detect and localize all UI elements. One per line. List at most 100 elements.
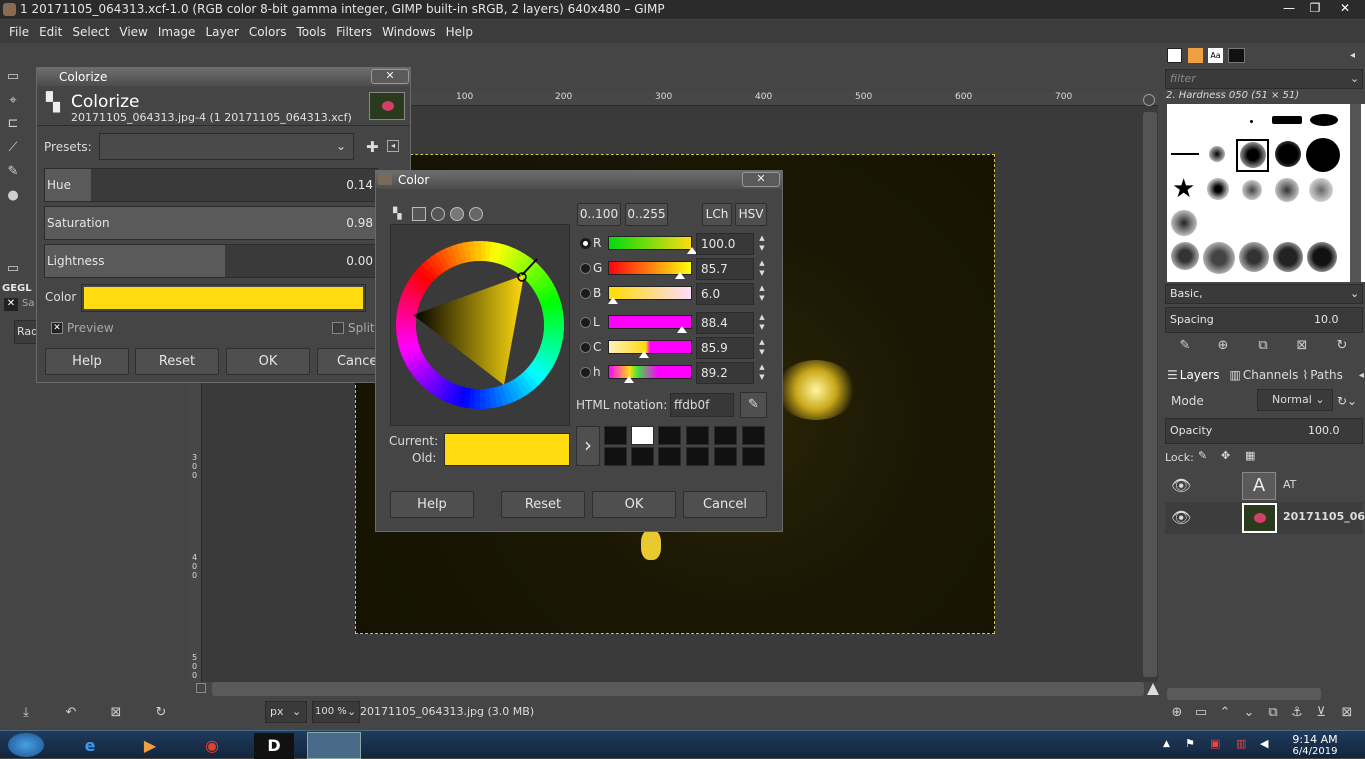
network-icon[interactable]: ▥ [1236,737,1246,750]
d-app-icon[interactable]: D [254,733,294,759]
menu-view[interactable]: View [114,25,152,39]
saturation-slider[interactable]: Saturation 0.98 [44,206,378,240]
zoom-nav-icon[interactable] [1143,94,1155,106]
html-notation-input[interactable]: ffdb0f [670,393,734,417]
color-button[interactable] [81,284,366,312]
fuzzy-select-icon[interactable]: ⌖ [4,92,22,110]
history-swatch[interactable] [658,447,681,466]
new-group-icon[interactable]: ▭ [1192,704,1210,722]
brushes-tab-icon[interactable] [1167,48,1182,63]
channel-radio[interactable] [580,238,591,249]
close-icon[interactable]: ✕ [371,69,409,84]
radio-field[interactable]: Rad [14,320,38,344]
scales-tab-icon[interactable]: ▚ [393,207,409,221]
brush-scrollbar[interactable] [1350,104,1361,282]
channel-value[interactable]: 89.2 [696,362,754,384]
cmyk-tab-icon[interactable] [412,207,426,221]
menu-select[interactable]: Select [67,25,114,39]
channel-radio[interactable] [580,367,591,378]
anchor-icon[interactable]: ⚓ [1288,704,1306,722]
spin-arrows-icon[interactable]: ▲ ▼ [756,258,768,280]
close-window-button[interactable]: ✕ [1330,0,1360,18]
close-icon[interactable]: ✕ [742,172,780,187]
quick-mask-icon[interactable] [196,683,206,693]
start-button[interactable] [8,733,44,757]
history-swatch[interactable] [742,447,765,466]
reset-options-icon[interactable]: ↻ [152,704,170,722]
spin-arrows-icon[interactable]: ▲ ▼ [756,337,768,359]
lower-layer-icon[interactable]: ⌄ [1240,704,1258,722]
menu-edit[interactable]: Edit [34,25,67,39]
hsv-button[interactable]: HSV [735,203,767,226]
menu-colors[interactable]: Colors [244,25,292,39]
maximize-button[interactable]: ❐ [1302,0,1328,18]
spacing-slider[interactable]: Spacing 10.0 [1165,307,1363,333]
crop-icon[interactable]: ⊏ [4,115,22,133]
history-swatch[interactable] [714,426,737,445]
layer-row[interactable]: 👁 A AT [1165,470,1363,502]
duplicate-brush-icon[interactable]: ⧉ [1254,337,1272,355]
paths-tab[interactable]: Paths [1310,368,1343,382]
zoom-select[interactable]: 100 % ⌄ [312,701,360,723]
gimp-taskbar-icon[interactable] [307,732,361,759]
ok-button[interactable]: OK [592,491,676,518]
lch-button[interactable]: LCh [702,203,732,226]
menu-windows[interactable]: Windows [377,25,441,39]
color-wheel[interactable] [391,225,571,427]
slider-marker[interactable] [677,326,688,333]
channel-value[interactable]: 6.0 [696,283,754,305]
menu-help[interactable]: Help [441,25,478,39]
color-wheel-panel[interactable] [390,224,570,426]
brush-filter-input[interactable]: filter ⌄ [1165,69,1363,89]
delete-brush-icon[interactable]: ⊠ [1293,337,1311,355]
history-swatch[interactable] [604,447,627,466]
channel-radio[interactable] [580,263,591,274]
restore-options-icon[interactable]: ↶ [62,704,80,722]
channel-slider[interactable] [608,340,692,354]
opacity-slider[interactable]: Opacity 100.0 [1165,418,1363,444]
volume-icon[interactable]: ◀ [1260,737,1268,750]
slider-marker[interactable] [674,272,685,279]
menu-image[interactable]: Image [153,25,201,39]
menu-tools[interactable]: Tools [292,25,332,39]
gradients-tab-icon[interactable] [1228,48,1245,63]
fonts-tab-icon[interactable]: Aa [1208,48,1223,63]
tool-options-icon[interactable]: ▭ [4,260,22,278]
channel-value[interactable]: 88.4 [696,312,754,334]
delete-layer-icon[interactable]: ⊠ [1338,704,1356,722]
tray-arrow-icon[interactable]: ▲ [1163,739,1170,749]
menu-layer[interactable]: Layer [200,25,243,39]
watercolor-tab-icon[interactable] [431,207,445,221]
merge-layer-icon[interactable]: ⊻ [1312,704,1330,722]
hue-slider[interactable]: Hue 0.14 [44,168,378,202]
save-options-icon[interactable]: ⤓ [17,704,35,722]
help-button[interactable]: Help [390,491,474,518]
vertical-scrollbar[interactable] [1143,112,1157,677]
history-swatch[interactable] [742,426,765,445]
channel-value[interactable]: 85.9 [696,337,754,359]
eye-icon[interactable]: 👁 [1171,508,1191,527]
history-swatch[interactable] [604,426,627,445]
duplicate-layer-icon[interactable]: ⧉ [1264,704,1282,722]
channel-radio[interactable] [580,342,591,353]
ie-icon[interactable]: e [70,733,110,759]
layers-scrollbar[interactable] [1167,688,1321,700]
delete-options-icon[interactable]: ⊠ [107,704,125,722]
security-icon[interactable]: ▣ [1210,737,1220,750]
spin-arrows-icon[interactable]: ▲ ▼ [756,362,768,384]
slider-marker[interactable] [624,376,634,383]
layer-row[interactable]: 👁 20171105_064 [1165,502,1365,534]
menu-file[interactable]: File [4,25,34,39]
dodge-icon[interactable]: ● [4,187,22,205]
dock-menu-icon[interactable]: ◂ [1350,50,1355,61]
patterns-tab-icon[interactable] [1188,48,1203,63]
wheel-tab-icon[interactable] [450,207,464,221]
history-swatch[interactable] [686,426,709,445]
new-layer-icon[interactable]: ⊕ [1168,704,1186,722]
refresh-brushes-icon[interactable]: ↻ [1333,337,1351,355]
history-swatch[interactable] [631,426,654,445]
slider-marker[interactable] [639,351,650,358]
spin-arrows-icon[interactable]: ▲ ▼ [756,233,768,255]
raise-layer-icon[interactable]: ⌃ [1216,704,1234,722]
palette-tab-icon[interactable] [469,207,483,221]
